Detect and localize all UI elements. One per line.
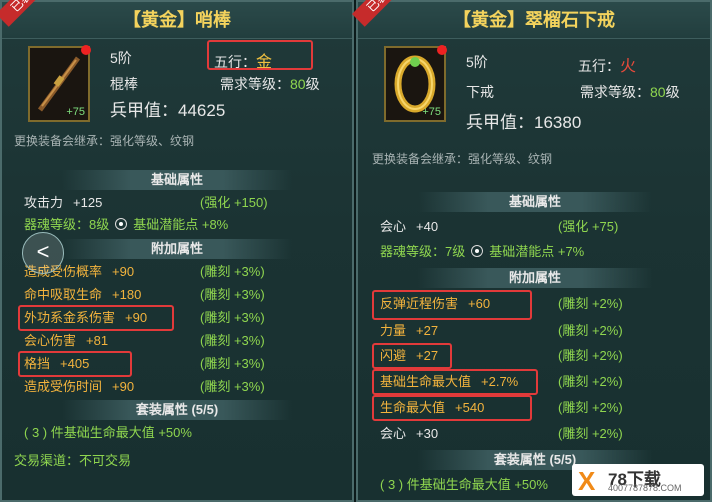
extra-attributes-header: 附加属性 xyxy=(62,239,292,259)
power-value-row: 兵甲值：44625 xyxy=(110,96,225,121)
extra-name: 会心伤害 xyxy=(24,333,77,348)
highlight-dodge xyxy=(372,343,452,369)
extra-row: 命中吸取生命 +180 (雕刻 +3%) xyxy=(24,284,344,306)
highlight-max-hp xyxy=(372,395,532,421)
soul-level-row: 器魂等级：8级 基础潜能点 +8% xyxy=(24,214,344,236)
inherit-note: 更换装备会继承：强化等级、纹钢 xyxy=(372,152,553,166)
crit-value: +40 xyxy=(416,219,439,234)
power-label: 兵甲值： xyxy=(110,101,178,120)
extra-row: 造成受伤概率 +90 (雕刻 +3%) xyxy=(24,261,344,283)
highlight-metal-damage xyxy=(18,305,174,331)
item-plus-level: +75 xyxy=(422,106,441,118)
extra-engrave: (雕刻 +3%) xyxy=(200,287,265,302)
element-label: 五行： xyxy=(578,58,620,74)
extra-engrave: (雕刻 +2%) xyxy=(558,348,623,363)
item-title: 【黄金】翠榴石下戒 xyxy=(358,2,710,39)
required-level-label: 需求等级： xyxy=(580,84,650,100)
attack-label: 攻击力 xyxy=(24,195,64,210)
radio-icon xyxy=(471,245,484,257)
power-value: 16380 xyxy=(534,113,582,132)
attack-value: +125 xyxy=(73,195,103,210)
base-attributes-header: 基础属性 xyxy=(418,192,652,212)
element-fire-glyph: 火 xyxy=(620,58,637,75)
red-dot-icon xyxy=(437,45,447,55)
extra-name: 造成受伤时间 xyxy=(24,379,103,394)
power-label: 兵甲值： xyxy=(466,113,534,132)
extra-engrave: (雕刻 +3%) xyxy=(200,356,265,371)
left-item-tooltip: 【黄金】哨棒 已装备 +75 5阶 棍棒 五行：金 需求等级：80级 兵甲值：4… xyxy=(0,0,354,502)
extra-engrave: (雕刻 +3%) xyxy=(200,264,265,279)
extra-name: 会心 xyxy=(380,426,407,441)
extra-engrave: (雕刻 +3%) xyxy=(200,379,265,394)
crit-enhance: (强化 +75) xyxy=(558,219,619,234)
required-level-unit: 级 xyxy=(665,84,680,100)
extra-engrave: (雕刻 +2%) xyxy=(558,323,623,338)
base-attack-row: 攻击力 +125 (强化 +150) xyxy=(24,192,344,214)
highlight-element xyxy=(207,40,313,70)
red-dot-icon xyxy=(81,45,91,55)
soul-level-row: 器魂等级：7级 基础潜能点 +7% xyxy=(380,241,700,263)
trade-channel: 交易渠道：不可交易 xyxy=(14,453,132,468)
extra-value: +81 xyxy=(86,333,109,348)
extra-engrave: (雕刻 +2%) xyxy=(558,296,623,311)
attack-enhance: (强化 +150) xyxy=(200,195,268,210)
watermark-sub: 4007787878.COM xyxy=(608,483,682,493)
extra-engrave: (雕刻 +2%) xyxy=(558,374,623,389)
item-tier: 5阶 xyxy=(466,54,488,70)
extra-name: 命中吸取生命 xyxy=(24,287,103,302)
extra-name: 力量 xyxy=(380,323,407,338)
extra-engrave: (雕刻 +3%) xyxy=(200,333,265,348)
set-effect: ( 3 ) 件基础生命最大值 +50% xyxy=(380,477,548,492)
potential-bonus: 基础潜能点 +7% xyxy=(489,244,585,259)
power-value-row: 兵甲值：16380 xyxy=(466,108,581,133)
element-row: 五行：火 xyxy=(578,52,636,76)
soul-level: 器魂等级：7级 xyxy=(380,244,466,259)
item-tier: 5阶 xyxy=(110,50,132,66)
extra-value: +90 xyxy=(112,379,135,394)
extra-value: +30 xyxy=(416,426,439,441)
back-button[interactable]: < xyxy=(22,232,64,274)
base-crit-row: 会心 +40 (强化 +75) xyxy=(380,216,700,238)
crit-label: 会心 xyxy=(380,219,407,234)
required-level-unit: 级 xyxy=(305,76,320,92)
extra-attributes-header: 附加属性 xyxy=(418,268,652,288)
item-type: 棍棒 xyxy=(110,76,138,92)
staff-item-icon[interactable]: +75 xyxy=(28,45,91,122)
required-level-value: 80 xyxy=(290,76,306,92)
highlight-block xyxy=(18,351,132,377)
item-plus-level: +75 xyxy=(66,106,85,118)
set-attributes-header: 套装属性 (5/5) xyxy=(62,400,292,420)
extra-row: 力量 +27 (雕刻 +2%) xyxy=(380,320,700,342)
soul-level: 器魂等级：8级 xyxy=(24,217,110,232)
extra-value: +90 xyxy=(112,264,135,279)
extra-engrave: (雕刻 +2%) xyxy=(558,400,623,415)
extra-row: 会心 +30 (雕刻 +2%) xyxy=(380,423,700,445)
extra-row: 造成受伤时间 +90 (雕刻 +3%) xyxy=(24,376,344,398)
highlight-base-hp xyxy=(372,369,538,395)
extra-value: +27 xyxy=(416,323,439,338)
set-effect: ( 3 ) 件基础生命最大值 +50% xyxy=(24,425,192,440)
item-type: 下戒 xyxy=(466,84,494,100)
potential-bonus: 基础潜能点 +8% xyxy=(133,217,229,232)
watermark-logo: X 78下载 4007787878.COM xyxy=(572,464,704,496)
extra-engrave: (雕刻 +3%) xyxy=(200,310,265,325)
required-level-value: 80 xyxy=(650,84,666,100)
right-item-tooltip: 【黄金】翠榴石下戒 已装备 +75 5阶 下戒 五行：火 需求等级：80级 兵甲… xyxy=(352,0,712,502)
inherit-note: 更换装备会继承：强化等级、纹钢 xyxy=(14,134,195,148)
radio-icon xyxy=(115,218,128,230)
power-value: 44625 xyxy=(178,101,226,120)
extra-row: 会心伤害 +81 (雕刻 +3%) xyxy=(24,330,344,352)
extra-engrave: (雕刻 +2%) xyxy=(558,426,623,441)
ring-item-icon[interactable]: +75 xyxy=(384,45,447,122)
required-level: 需求等级：80级 xyxy=(220,74,320,94)
item-title: 【黄金】哨棒 xyxy=(2,2,352,39)
required-level: 需求等级：80级 xyxy=(580,82,680,102)
extra-value: +180 xyxy=(112,287,142,302)
highlight-reflect-damage xyxy=(372,290,532,320)
required-level-label: 需求等级： xyxy=(220,76,290,92)
x-logo-icon: X xyxy=(578,466,596,496)
base-attributes-header: 基础属性 xyxy=(62,170,292,190)
